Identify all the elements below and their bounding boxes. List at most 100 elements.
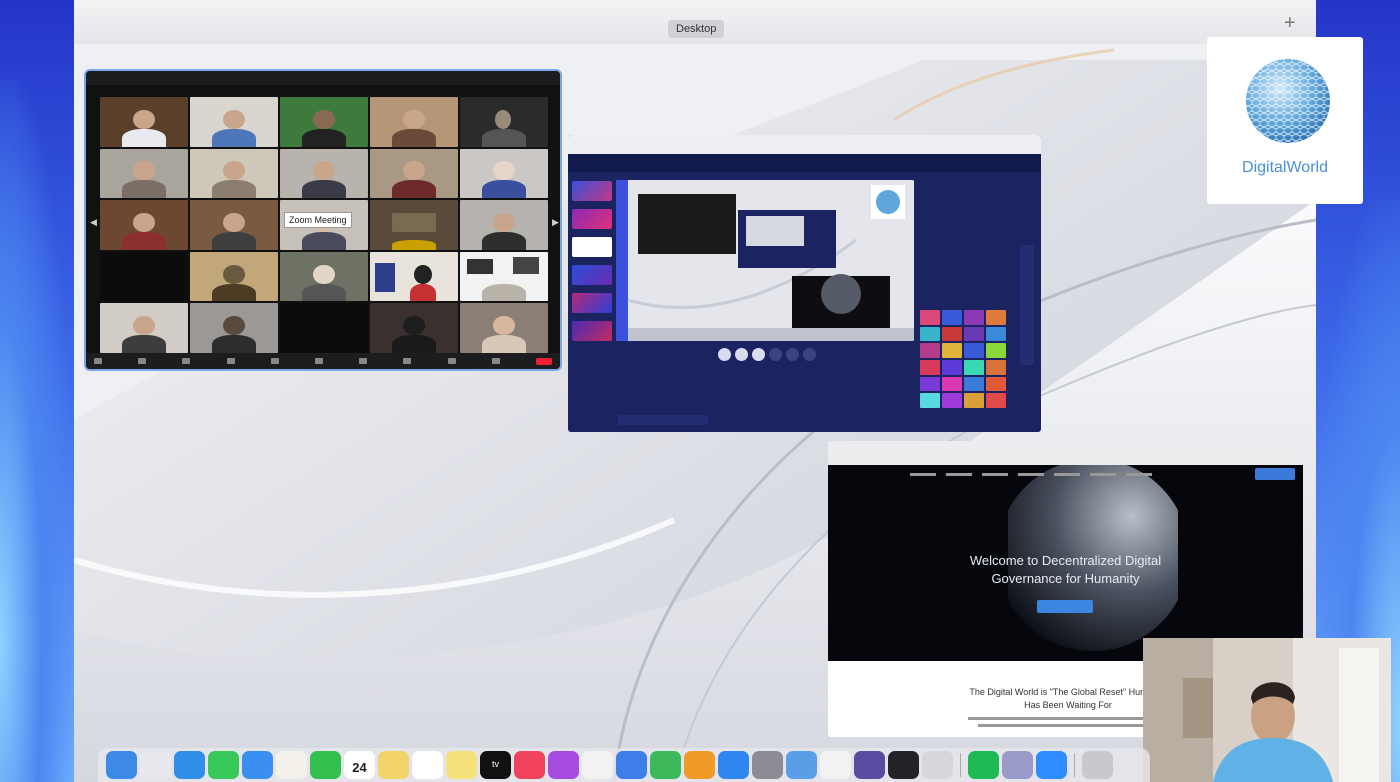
background-swatch[interactable] [920,310,940,325]
end-meeting-button[interactable] [535,357,552,365]
add-space-button[interactable]: + [1284,12,1296,35]
messages-icon[interactable] [208,751,239,779]
background-swatch[interactable] [986,393,1006,408]
hero-cta-button[interactable] [1037,600,1093,613]
background-swatch[interactable] [942,393,962,408]
participant-tile[interactable] [460,97,548,147]
stickies-icon[interactable] [446,751,477,779]
preview-icon[interactable] [786,751,817,779]
participant-tile[interactable] [100,303,188,353]
podcasts-icon[interactable] [548,751,579,779]
chat-icon[interactable] [888,751,919,779]
finder-icon[interactable] [106,751,137,779]
background-swatch[interactable] [964,310,984,325]
stack-icon[interactable] [1002,751,1033,779]
background-swatch[interactable] [986,310,1006,325]
background-swatch[interactable] [964,326,984,342]
background-swatch[interactable] [964,359,984,375]
nav-link[interactable] [946,472,972,476]
spotify-icon[interactable] [968,751,999,779]
scene-thumbnail[interactable] [572,181,612,201]
scene-thumbnail[interactable] [572,237,612,257]
background-swatch[interactable] [942,310,962,325]
participant-tile[interactable] [370,251,458,302]
participant-tile[interactable] [100,251,188,302]
zoom-icon[interactable] [1036,751,1067,779]
mic-button[interactable] [718,348,731,361]
keynote-icon[interactable] [616,751,647,779]
participant-tile[interactable] [190,200,278,250]
participant-tile[interactable] [280,251,368,302]
background-swatch[interactable] [920,326,940,342]
background-swatch[interactable] [920,393,940,408]
quicktime-icon[interactable] [922,751,953,779]
more-button[interactable] [786,348,799,361]
participants-icon[interactable] [226,358,235,364]
nav-link[interactable] [910,472,936,476]
nav-link[interactable] [1090,472,1116,476]
launchpad-icon[interactable] [140,751,171,779]
background-swatch[interactable] [920,343,940,358]
nav-cta-button[interactable] [1255,468,1295,480]
notes-icon[interactable] [378,751,409,779]
background-swatch[interactable] [986,343,1006,358]
background-swatch[interactable] [920,359,940,375]
background-swatch[interactable] [964,393,984,408]
participant-tile[interactable] [370,148,458,199]
settings-button[interactable] [769,348,782,361]
participant-tile[interactable] [280,148,368,199]
music-icon[interactable] [514,751,545,779]
mail-icon[interactable] [242,751,273,779]
news-icon[interactable] [582,751,613,779]
participant-tile[interactable] [460,148,548,199]
background-swatch[interactable] [942,376,962,392]
background-swatch[interactable] [964,376,984,392]
scene-thumbnail[interactable] [572,293,612,313]
facetime-icon[interactable] [310,751,341,779]
safari-icon[interactable] [174,751,205,779]
background-swatch[interactable] [942,326,962,342]
security-icon[interactable] [182,358,191,364]
chat-icon[interactable] [270,358,279,364]
mute-icon[interactable] [94,358,102,364]
scene-thumbnail[interactable] [572,265,612,285]
share-screen-icon[interactable] [314,358,323,364]
scene-thumbnail[interactable] [572,321,612,341]
participant-tile[interactable] [460,200,548,250]
trash-icon[interactable] [1082,751,1113,779]
participant-tile[interactable] [190,251,278,302]
participant-tile[interactable] [280,97,368,147]
apps-icon[interactable] [447,358,456,364]
panel-rail[interactable] [1020,245,1034,365]
participant-tile[interactable] [190,97,278,147]
camera-button[interactable] [735,348,748,361]
zoom-title-bar[interactable] [86,71,560,85]
numbers-icon[interactable] [650,751,681,779]
background-swatch[interactable] [942,359,962,375]
record-icon[interactable] [359,358,368,364]
participant-tile[interactable] [100,148,188,199]
obs-icon[interactable] [854,751,885,779]
participant-tile[interactable] [280,303,368,353]
stream-preview-canvas[interactable] [616,180,914,341]
zoom-window[interactable]: ◀ ▶ Zoom Meeting [84,69,562,371]
background-swatch[interactable] [964,343,984,358]
scene-thumbnail[interactable] [572,209,612,229]
video-icon[interactable] [138,358,147,364]
participant-tile[interactable] [370,97,458,147]
prev-page-arrow-icon[interactable]: ◀ [90,217,97,228]
calendar-icon[interactable]: 24 [344,751,375,779]
more-icon[interactable] [491,358,500,364]
participant-tile[interactable] [460,251,548,302]
participant-tile[interactable] [370,303,458,353]
background-swatch[interactable] [942,343,962,358]
share-button[interactable] [752,348,765,361]
streaming-studio-window[interactable] [568,135,1041,432]
participant-tile[interactable] [460,303,548,353]
background-swatch[interactable] [986,326,1006,342]
settings-icon[interactable] [752,751,783,779]
desktop-space-label[interactable]: Desktop [668,20,725,38]
participant-tile[interactable] [100,200,188,250]
chrome-icon[interactable] [820,751,851,779]
studio-bottom-bar[interactable] [618,415,708,425]
